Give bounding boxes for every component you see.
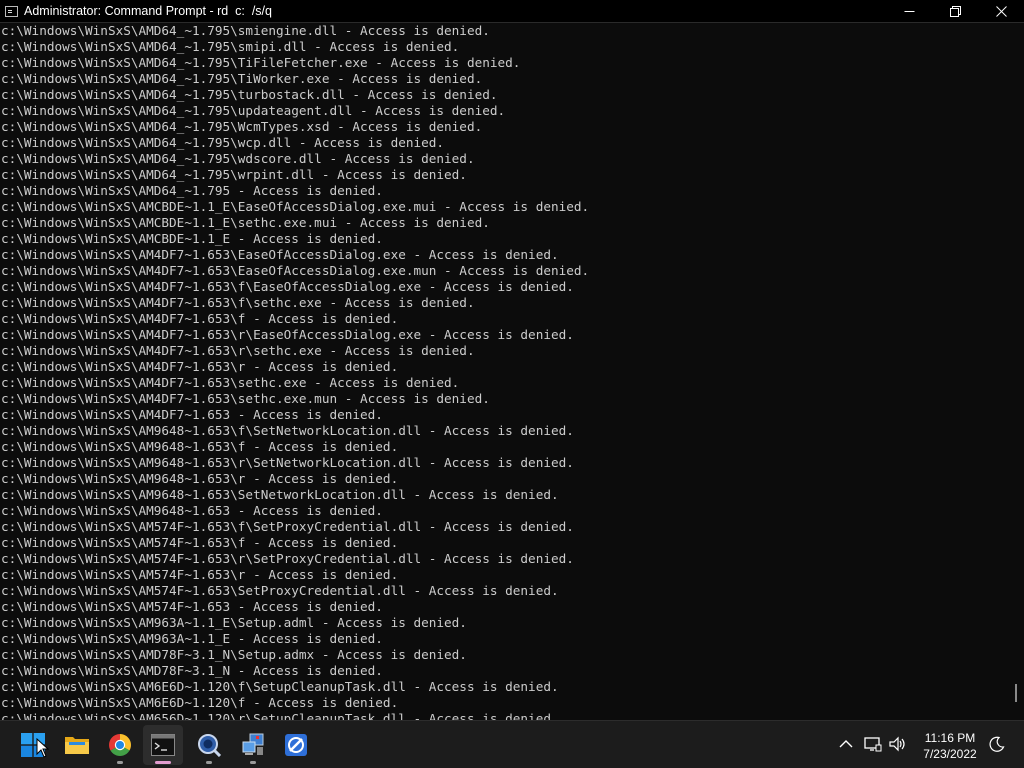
terminal-icon: [151, 734, 175, 756]
console-line: c:\Windows\WinSxS\AM6E6D~1.120\f - Acces…: [1, 695, 399, 710]
minimize-icon: [904, 10, 914, 12]
console-line: c:\Windows\WinSxS\AM656D~1.120\r\SetupCl…: [1, 711, 559, 720]
console-line: c:\Windows\WinSxS\AM4DF7~1.653\EaseOfAcc…: [1, 247, 559, 262]
magnifier-icon: [198, 734, 221, 757]
running-indicator: [206, 761, 212, 764]
window-controls: [886, 0, 1024, 22]
console-line: c:\Windows\WinSxS\AM4DF7~1.653\r - Acces…: [1, 359, 399, 374]
console-line: c:\Windows\WinSxS\AM574F~1.653\SetProxyC…: [1, 583, 559, 598]
console-line: c:\Windows\WinSxS\AM4DF7~1.653\f - Acces…: [1, 311, 399, 326]
console-line: c:\Windows\WinSxS\AM963A~1.1_E\Setup.adm…: [1, 615, 467, 630]
console-line: c:\Windows\WinSxS\AMD64_~1.795\wcp.dll -…: [1, 135, 445, 150]
chrome-button[interactable]: [100, 725, 140, 765]
active-indicator: [155, 761, 171, 764]
notification-button[interactable]: [987, 733, 1007, 755]
console-line: c:\Windows\WinSxS\AM574F~1.653 - Access …: [1, 599, 383, 614]
console-line: c:\Windows\WinSxS\AMD64_~1.795\WcmTypes.…: [1, 119, 483, 134]
running-indicator: [117, 761, 123, 764]
console-line: c:\Windows\WinSxS\AM4DF7~1.653\f\EaseOfA…: [1, 279, 574, 294]
cmd-icon: [5, 5, 18, 17]
console-line: c:\Windows\WinSxS\AMD64_~1.795\wdscore.d…: [1, 151, 475, 166]
file-explorer-button[interactable]: [57, 725, 97, 765]
console-line: c:\Windows\WinSxS\AMCBDE~1.1_E - Access …: [1, 231, 383, 246]
clock-time: 11:16 PM: [924, 731, 976, 745]
console-line: c:\Windows\WinSxS\AM574F~1.653\f - Acces…: [1, 535, 399, 550]
console-line: c:\Windows\WinSxS\AM9648~1.653\f - Acces…: [1, 439, 399, 454]
title-bar[interactable]: Administrator: Command Prompt - rd c: /s…: [0, 0, 1024, 23]
console-line: c:\Windows\WinSxS\AMCBDE~1.1_E\sethc.exe…: [1, 215, 490, 230]
moon-icon: [989, 736, 1005, 752]
console-line: c:\Windows\WinSxS\AM6E6D~1.120\f\SetupCl…: [1, 679, 559, 694]
console-line: c:\Windows\WinSxS\AMD64_~1.795\updateage…: [1, 103, 506, 118]
taskbar: 11:16 PM 7/23/2022: [0, 720, 1024, 768]
window-title: Administrator: Command Prompt - rd c: /s…: [24, 4, 272, 18]
console-line: c:\Windows\WinSxS\AMD78F~3.1_N - Access …: [1, 663, 383, 678]
running-indicator: [250, 761, 256, 764]
console-line: c:\Windows\WinSxS\AM9648~1.653 - Access …: [1, 503, 383, 518]
console-line: c:\Windows\WinSxS\AMD64_~1.795\wrpint.dl…: [1, 167, 467, 182]
console-line: c:\Windows\WinSxS\AM9648~1.653\f\SetNetw…: [1, 423, 574, 438]
minimize-button[interactable]: [886, 0, 932, 22]
chevron-up-icon: [839, 740, 853, 748]
maximize-button[interactable]: [932, 0, 978, 22]
console-line: c:\Windows\WinSxS\AM574F~1.653\f\SetProx…: [1, 519, 574, 534]
console-line: c:\Windows\WinSxS\AM4DF7~1.653 - Access …: [1, 407, 383, 422]
vertical-scrollbar[interactable]: [1007, 23, 1024, 720]
network-status-button[interactable]: [862, 733, 884, 755]
blue-app-icon: [285, 734, 307, 756]
console-line: c:\Windows\WinSxS\AMD64_~1.795\TiWorker.…: [1, 71, 483, 86]
console-line: c:\Windows\WinSxS\AM4DF7~1.653\f\sethc.e…: [1, 295, 475, 310]
console-line: c:\Windows\WinSxS\AM9648~1.653\SetNetwor…: [1, 487, 559, 502]
console-output[interactable]: c:\Windows\WinSxS\AMD64_~1.795\smiengine…: [0, 23, 1007, 720]
close-icon: [995, 5, 1007, 17]
remote-app-button[interactable]: [276, 725, 316, 765]
console-line: c:\Windows\WinSxS\AM574F~1.653\r\SetProx…: [1, 551, 574, 566]
console-line: c:\Windows\WinSxS\AM4DF7~1.653\sethc.exe…: [1, 375, 460, 390]
show-hidden-icons-button[interactable]: [837, 733, 855, 755]
network-computer-icon: [242, 733, 264, 755]
console-line: c:\Windows\WinSxS\AM4DF7~1.653\sethc.exe…: [1, 391, 490, 406]
console-line: c:\Windows\WinSxS\AMD64_~1.795\turbostac…: [1, 87, 498, 102]
mouse-cursor-icon: [36, 738, 50, 758]
scrollbar-thumb[interactable]: [1015, 684, 1017, 702]
volume-button[interactable]: [887, 733, 909, 755]
maximize-icon: [949, 5, 961, 17]
console-line: c:\Windows\WinSxS\AM574F~1.653\r - Acces…: [1, 567, 399, 582]
console-line: c:\Windows\WinSxS\AMD64_~1.795\TiFileFet…: [1, 55, 521, 70]
network-app-button[interactable]: [233, 725, 273, 765]
console-line: c:\Windows\WinSxS\AMD64_~1.795\smipi.dll…: [1, 39, 460, 54]
console-line: c:\Windows\WinSxS\AM963A~1.1_E - Access …: [1, 631, 383, 646]
folder-icon: [65, 737, 89, 754]
speaker-icon: [889, 736, 905, 752]
console-line: c:\Windows\WinSxS\AM4DF7~1.653\r\EaseOfA…: [1, 327, 574, 342]
chrome-icon: [109, 734, 131, 756]
console-line: c:\Windows\WinSxS\AM4DF7~1.653\EaseOfAcc…: [1, 263, 590, 278]
command-prompt-button[interactable]: [143, 725, 183, 765]
clock-date: 7/23/2022: [923, 747, 977, 761]
console-line: c:\Windows\WinSxS\AM4DF7~1.653\r\sethc.e…: [1, 343, 475, 358]
taskbar-clock[interactable]: 11:16 PM 7/23/2022: [916, 730, 984, 762]
console-line: c:\Windows\WinSxS\AM9648~1.653\r\SetNetw…: [1, 455, 574, 470]
network-icon: [864, 737, 882, 752]
search-app-button[interactable]: [189, 725, 229, 765]
console-line: c:\Windows\WinSxS\AMD78F~3.1_N\Setup.adm…: [1, 647, 467, 662]
close-button[interactable]: [978, 0, 1024, 22]
console-line: c:\Windows\WinSxS\AMCBDE~1.1_E\EaseOfAcc…: [1, 199, 590, 214]
console-line: c:\Windows\WinSxS\AMD64_~1.795\smiengine…: [1, 23, 490, 38]
console-line: c:\Windows\WinSxS\AMD64_~1.795 - Access …: [1, 183, 383, 198]
console-line: c:\Windows\WinSxS\AM9648~1.653\r - Acces…: [1, 471, 399, 486]
